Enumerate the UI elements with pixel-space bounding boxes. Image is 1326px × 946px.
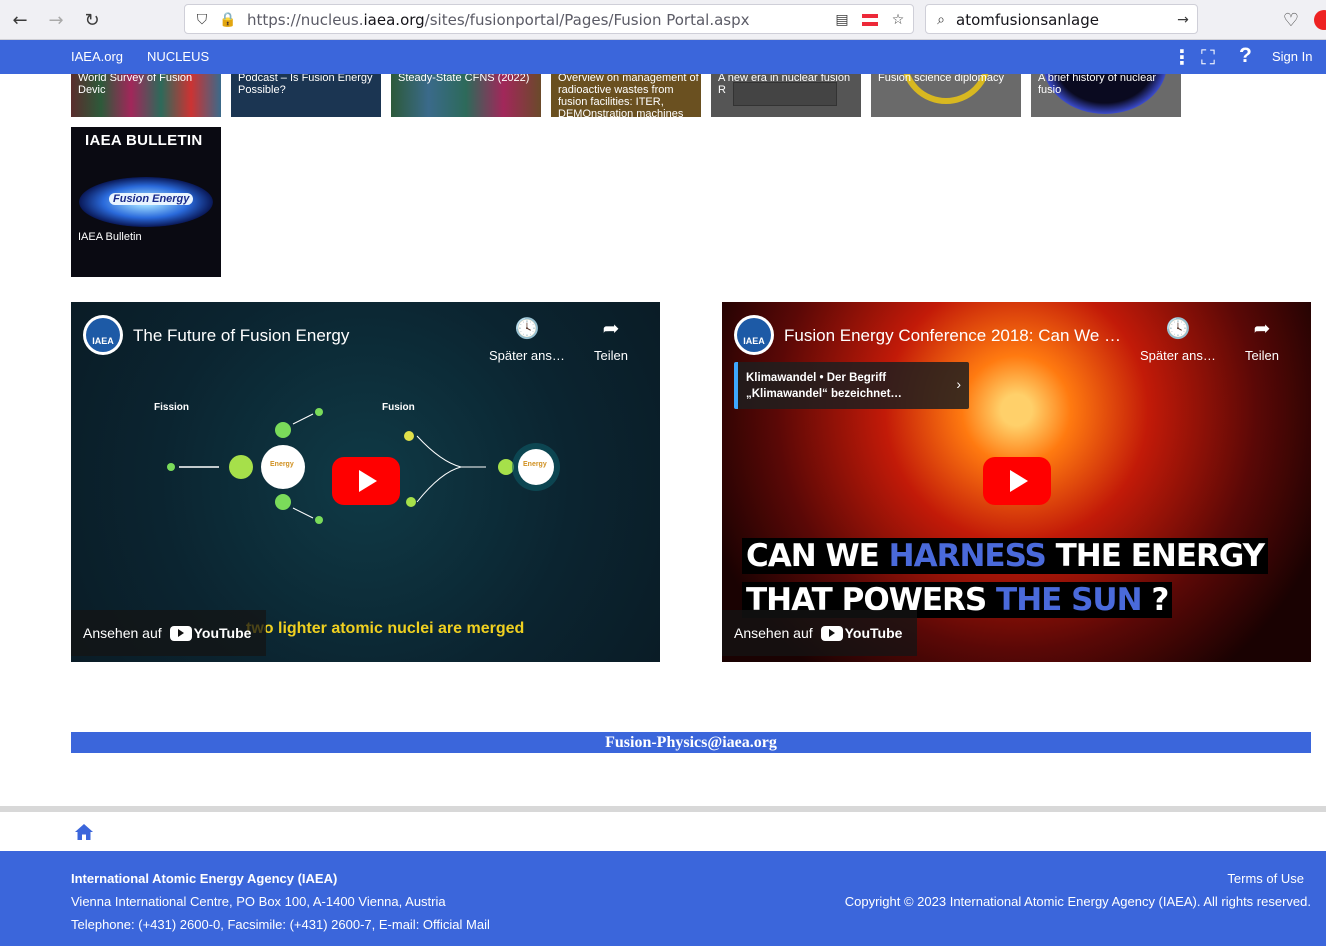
- video-title[interactable]: The Future of Fusion Energy: [133, 326, 349, 346]
- more-icon[interactable]: ⋮: [1172, 45, 1192, 69]
- sign-in-link[interactable]: Sign In: [1272, 49, 1312, 64]
- tile-iaea-bulletin[interactable]: IAEA BULLETIN Fusion Energy IAEA Bulleti…: [71, 127, 221, 277]
- nav-nucleus[interactable]: NUCLEUS: [147, 49, 209, 64]
- search-input[interactable]: atomfusionsanlage: [956, 11, 1099, 29]
- watch-later-button[interactable]: 🕓 Später ans…: [489, 316, 565, 363]
- site-footer: International Atomic Energy Agency (IAEA…: [0, 851, 1326, 946]
- footer-divider: [0, 806, 1326, 812]
- watch-later-button[interactable]: 🕓 Später ans…: [1140, 316, 1216, 363]
- search-go-icon[interactable]: →: [1174, 11, 1192, 29]
- energy-label: Energy: [270, 461, 294, 468]
- tile-radioactive-wastes[interactable]: Overview on management of radioactive wa…: [551, 74, 701, 117]
- contact-mail-bar: Fusion-Physics@iaea.org: [71, 732, 1311, 753]
- terms-of-use-link[interactable]: Terms of Use: [1227, 871, 1304, 886]
- official-mail-link[interactable]: Official Mail: [423, 917, 490, 932]
- bookmark-star-icon[interactable]: ☆: [889, 11, 907, 29]
- footer-address: Vienna International Centre, PO Box 100,…: [71, 894, 446, 909]
- help-icon[interactable]: ?: [1239, 44, 1252, 68]
- share-button[interactable]: ➦ Teilen: [1245, 316, 1279, 363]
- tile-caption: Steady-State CFNS (2022): [398, 74, 530, 84]
- pocket-icon[interactable]: ♡: [1279, 8, 1303, 32]
- tile-new-era[interactable]: A new era in nuclear fusion R: [711, 74, 861, 117]
- tile-caption: Overview on management of radioactive wa…: [558, 74, 699, 117]
- bulletin-header: IAEA BULLETIN: [85, 132, 203, 149]
- video-subtitle: two lighter atomic nuclei are merged: [246, 620, 525, 637]
- video-title[interactable]: Fusion Energy Conference 2018: Can We …: [784, 326, 1121, 346]
- watch-on-youtube-button[interactable]: Ansehen auf YouTube: [71, 610, 266, 656]
- info-card[interactable]: Klimawandel • Der Begriff „Klimawandel“ …: [734, 362, 969, 409]
- video-fusion-conference[interactable]: IAEA Fusion Energy Conference 2018: Can …: [722, 302, 1311, 662]
- video-future-fusion[interactable]: IAEA The Future of Fusion Energy 🕓 Später…: [71, 302, 660, 662]
- share-icon: ➦: [1253, 316, 1271, 340]
- tile-caption: Podcast – Is Fusion Energy Possible?: [238, 74, 373, 96]
- tile-caption: A new era in nuclear fusion R: [718, 74, 851, 96]
- iaea-channel-logo[interactable]: IAEA: [83, 315, 123, 355]
- url-bar[interactable]: ⛉ 🔒 https://nucleus.iaea.org/sites/fusio…: [184, 4, 914, 34]
- tile-history[interactable]: A brief history of nuclear fusio: [1031, 74, 1181, 117]
- chevron-right-icon: ›: [956, 376, 961, 392]
- search-bar[interactable]: ⌕ atomfusionsanlage →: [925, 4, 1198, 34]
- footer-org-name: International Atomic Energy Agency (IAEA…: [71, 871, 338, 886]
- share-icon: ➦: [602, 316, 620, 340]
- tile-science-diplomacy[interactable]: Fusion science diplomacy: [871, 74, 1021, 117]
- bulletin-art-text: Fusion Energy: [109, 193, 194, 205]
- tile-caption: A brief history of nuclear fusio: [1038, 74, 1157, 96]
- tile-caption: Fusion science diplomacy: [878, 74, 1004, 84]
- reload-icon[interactable]: ↻: [80, 8, 104, 32]
- tile-podcast[interactable]: Podcast – Is Fusion Energy Possible?: [231, 74, 381, 117]
- site-navbar: IAEA.org NUCLEUS ⋮ ⛶ ? Sign In: [0, 40, 1326, 74]
- clock-icon: 🕓: [514, 316, 540, 340]
- youtube-logo-icon: YouTube: [820, 625, 902, 641]
- tile-cfns[interactable]: Steady-State CFNS (2022): [391, 74, 541, 117]
- fullscreen-icon[interactable]: ⛶: [1201, 45, 1215, 69]
- search-icon: ⌕: [937, 12, 945, 28]
- nav-iaea-org[interactable]: IAEA.org: [71, 49, 123, 64]
- tile-caption: World Survey of Fusion Devic: [78, 74, 193, 96]
- browser-toolbar: ← → ↻ ⛉ 🔒 https://nucleus.iaea.org/sites…: [0, 0, 1326, 40]
- tel-label: Telephone:: [71, 917, 139, 932]
- back-icon[interactable]: ←: [8, 8, 32, 32]
- youtube-logo-icon: YouTube: [169, 625, 251, 641]
- share-button[interactable]: ➦ Teilen: [594, 316, 628, 363]
- energy-label-2: Energy: [523, 461, 547, 468]
- tile-caption: IAEA Bulletin: [78, 231, 142, 243]
- tile-world-survey[interactable]: World Survey of Fusion Devic: [71, 74, 221, 117]
- lock-icon: 🔒: [219, 12, 237, 28]
- play-button[interactable]: [983, 457, 1051, 505]
- play-button[interactable]: [332, 457, 400, 505]
- forward-icon[interactable]: →: [44, 8, 68, 32]
- shield-icon[interactable]: ⛉: [193, 11, 211, 29]
- flag-icon[interactable]: [861, 11, 879, 29]
- footer-contact: Telephone: (+431) 2600-0, Facsimile: (+4…: [71, 917, 490, 932]
- url-text[interactable]: https://nucleus.iaea.org/sites/fusionpor…: [247, 11, 750, 29]
- info-card-text: Klimawandel • Der Begriff „Klimawandel“ …: [746, 372, 902, 400]
- extension-icon[interactable]: [1314, 10, 1326, 30]
- reader-view-icon[interactable]: ▤: [833, 11, 851, 29]
- home-icon[interactable]: [74, 823, 94, 841]
- iaea-channel-logo[interactable]: IAEA: [734, 315, 774, 355]
- watch-on-youtube-button[interactable]: Ansehen auf YouTube: [722, 610, 917, 656]
- contact-mail-link[interactable]: Fusion-Physics@iaea.org: [605, 734, 777, 751]
- fax-text: , Facsimile: (+431) 2600-7, E-mail:: [220, 917, 423, 932]
- video-headline: CAN WE HARNESS THE ENERGY THAT POWERS TH…: [742, 534, 1269, 622]
- clock-icon: 🕓: [1165, 316, 1191, 340]
- telephone-link[interactable]: (+431) 2600-0: [138, 917, 220, 932]
- footer-copyright: Copyright © 2023 International Atomic En…: [844, 894, 1311, 909]
